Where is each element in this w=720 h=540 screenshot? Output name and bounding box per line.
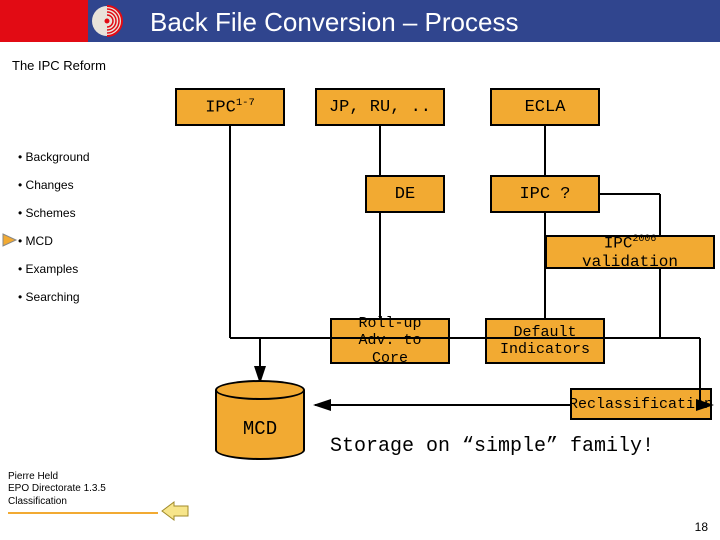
- label: ECLA: [525, 98, 566, 117]
- sidebar-item: • Examples: [18, 262, 138, 276]
- sidebar: • Background • Changes • Schemes • MCD •…: [18, 150, 138, 318]
- node-mcd-db: MCD: [215, 380, 305, 460]
- node-ipcq: IPC ?: [490, 175, 600, 213]
- label-post: validation: [582, 253, 678, 271]
- label-sup: 1-7: [236, 97, 255, 109]
- sidebar-item-label: MCD: [26, 234, 53, 248]
- page-subtitle: The IPC Reform: [12, 58, 106, 73]
- footer-line: EPO Directorate 1.3.5: [8, 483, 158, 496]
- label-sup: 2006: [633, 233, 657, 244]
- label: JP, RU, ..: [329, 98, 431, 117]
- sidebar-item-label: Schemes: [26, 206, 76, 220]
- footer-line: Pierre Held: [8, 471, 158, 484]
- node-ecla: ECLA: [490, 88, 600, 126]
- caption: Storage on “simple” family!: [330, 435, 654, 458]
- node-de: DE: [365, 175, 445, 213]
- sidebar-item-label: Examples: [26, 262, 79, 276]
- sidebar-item: • MCD: [18, 234, 138, 248]
- node-jpru: JP, RU, ..: [315, 88, 445, 126]
- label: IPC: [205, 98, 236, 117]
- title-accent: [0, 0, 88, 42]
- nav-back-icon[interactable]: [160, 500, 190, 522]
- footer: Pierre Held EPO Directorate 1.3.5 Classi…: [8, 471, 158, 515]
- label: DE: [395, 185, 415, 204]
- node-ipc17: IPC1-7: [175, 88, 285, 126]
- current-item-marker-icon: [2, 233, 18, 247]
- logo-icon: [90, 4, 124, 38]
- node-reclass: Reclassification: [570, 388, 712, 420]
- node-ipc2006: IPC2006 validation: [545, 235, 715, 269]
- sidebar-item: • Changes: [18, 178, 138, 192]
- slide-number: 18: [695, 520, 708, 534]
- label-l1: Default: [513, 324, 576, 341]
- label-l1: Roll-up: [358, 315, 421, 332]
- label: MCD: [215, 418, 305, 440]
- sidebar-item-label: Background: [26, 150, 90, 164]
- page-title: Back File Conversion – Process: [150, 7, 518, 38]
- title-bar: Back File Conversion – Process: [0, 0, 720, 42]
- node-default: DefaultIndicators: [485, 318, 605, 364]
- label: IPC: [604, 235, 633, 253]
- label: IPC ?: [519, 185, 570, 204]
- label-l2: Adv. to Core: [358, 332, 421, 366]
- sidebar-item-label: Searching: [26, 290, 80, 304]
- sidebar-item: • Schemes: [18, 206, 138, 220]
- label: Reclassification: [569, 396, 713, 413]
- label-l2: Indicators: [500, 341, 590, 358]
- node-rollup: Roll-upAdv. to Core: [330, 318, 450, 364]
- sidebar-item: • Background: [18, 150, 138, 164]
- footer-line: Classification: [8, 496, 158, 509]
- sidebar-item-label: Changes: [26, 178, 74, 192]
- sidebar-item: • Searching: [18, 290, 138, 304]
